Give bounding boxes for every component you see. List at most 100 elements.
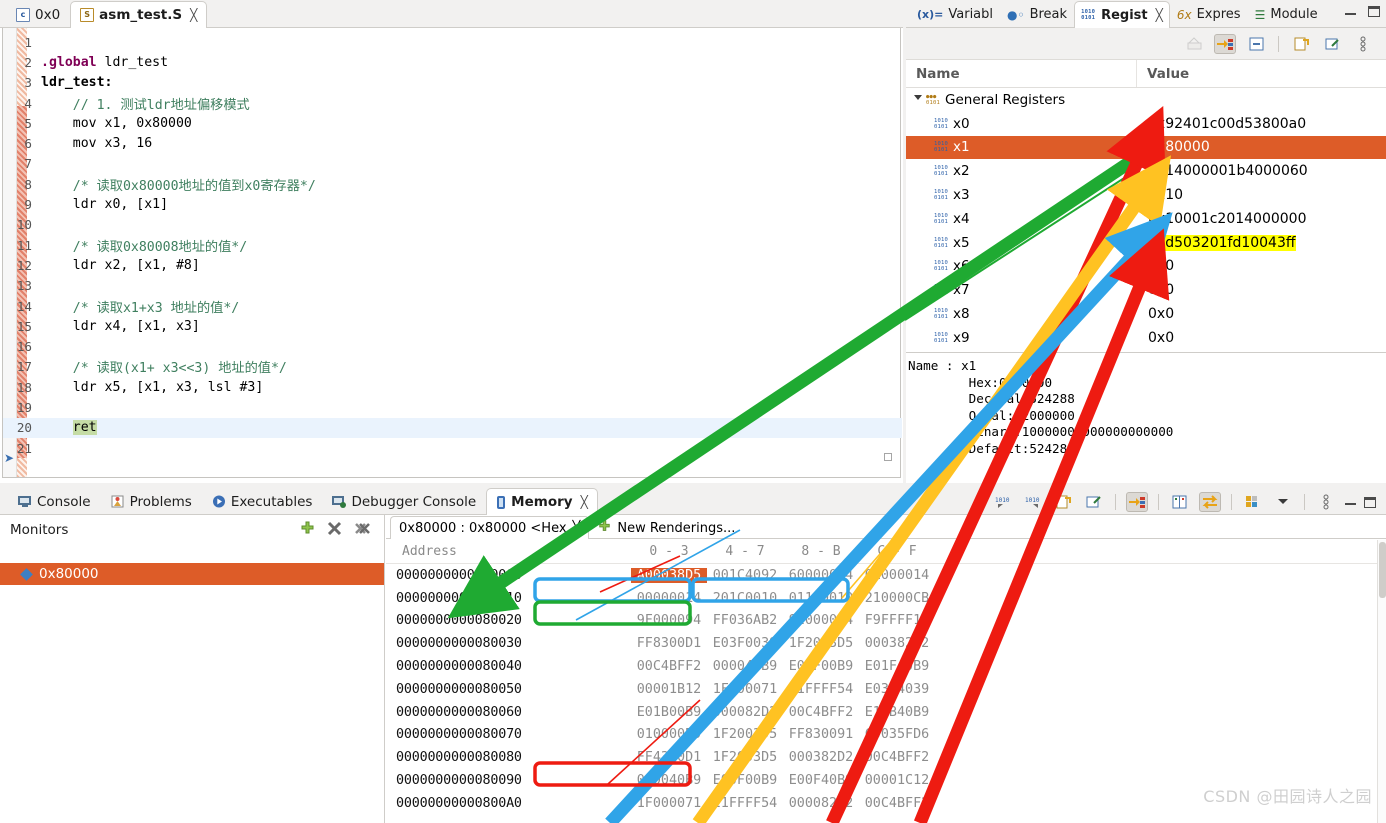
tab-registers[interactable]: 1010 0101 Regist ╳ (1074, 1, 1170, 28)
edit-register-group-icon[interactable] (1321, 34, 1343, 54)
memory-cell[interactable]: E03F4039 (859, 682, 935, 697)
memory-cell[interactable]: 21FFFF54 (707, 796, 783, 811)
register-row-x7[interactable]: 1010 0101 x7 0x0 (906, 278, 1386, 302)
memory-row[interactable]: 0000000000080080 FF4300D1 1F2003D5 000382D2… (386, 746, 1386, 769)
register-value-x7[interactable]: 0x0 (1136, 282, 1386, 298)
new-register-group-icon[interactable] (1290, 34, 1312, 54)
register-value-x4[interactable]: 0x10001c2014000000 (1136, 211, 1386, 227)
memory-cell[interactable]: 21FFFF54 (783, 682, 859, 697)
memory-cell[interactable]: 00C4BFF2 (783, 705, 859, 720)
close-icon[interactable]: ╳ (190, 8, 197, 22)
register-row-x9[interactable]: 1010 0101 x9 0x0 (906, 326, 1386, 350)
memory-cell[interactable]: 00C4BFF2 (859, 750, 935, 765)
link-memory-rendering-icon[interactable] (1126, 492, 1148, 512)
register-row-x3[interactable]: 1010 0101 x3 0x10 (906, 183, 1386, 207)
memory-cell[interactable]: FF036AB2 (707, 613, 783, 628)
memory-row[interactable]: 0000000000080060 E01B00B9 000082D2 00C4BFF2… (386, 701, 1386, 724)
editor-tab-asm-test[interactable]: S asm_test.S ╳ (70, 1, 208, 28)
new-renderings-tab[interactable]: New Renderings... (589, 516, 744, 539)
minimize-icon[interactable] (1345, 497, 1356, 507)
memory-row[interactable]: 0000000000080020 9F000094 FF036AB2 92000004… (386, 610, 1386, 633)
memory-cell[interactable]: 00000014 (631, 591, 707, 606)
remove-monitor-icon[interactable] (327, 521, 342, 540)
add-monitor-icon[interactable] (300, 521, 315, 540)
memory-cell[interactable]: 01000014 (859, 568, 935, 583)
tab-modules[interactable]: ☰ Module (1248, 1, 1325, 27)
memory-cell[interactable]: FF830091 (783, 727, 859, 742)
split-panes-icon[interactable] (1169, 492, 1191, 512)
memory-view-options-icon[interactable] (1242, 492, 1264, 512)
cut-icon[interactable] (1183, 34, 1205, 54)
tab-debugger-console[interactable]: Debugger Console (322, 488, 486, 514)
tab-console[interactable]: Console (8, 488, 101, 514)
memory-cell[interactable]: A00038D5 (631, 567, 707, 583)
scrollbar-thumb[interactable] (1379, 542, 1386, 598)
memory-row[interactable]: 0000000000080070 010000B9 1F2003D5 FF830091… (386, 724, 1386, 747)
memory-cell[interactable]: 1F2003D5 (707, 727, 783, 742)
remove-all-monitors-icon[interactable] (354, 521, 370, 540)
chevron-down-icon[interactable] (1272, 492, 1294, 512)
memory-cell[interactable]: 210000CB (859, 591, 935, 606)
register-value-x5[interactable]: 0xd503201fd10043ff (1136, 234, 1386, 251)
memory-row[interactable]: 0000000000080010 00000014 201C0010 011C0010… (386, 587, 1386, 610)
memory-cell[interactable]: 00C4BFF2 (631, 659, 707, 674)
register-value-x0[interactable]: 0x92401c00d53800a0 (1136, 116, 1386, 132)
memory-scrollbar[interactable] (1377, 540, 1386, 823)
memory-cell[interactable]: E03F0039 (707, 636, 783, 651)
toggle-split-icon[interactable] (1199, 492, 1221, 512)
rendering-tab-hex[interactable]: 0x80000 : 0x80000 <Hex ╳ (390, 516, 590, 539)
tab-variables[interactable]: (x)= Variabl (910, 1, 1000, 27)
close-icon[interactable]: ╳ (581, 495, 588, 509)
memory-cell[interactable]: 600000B4 (783, 568, 859, 583)
memory-cell[interactable]: 000040B9 (631, 773, 707, 788)
memory-cell[interactable]: E01F40B9 (859, 659, 935, 674)
memory-row[interactable]: 0000000000080000 A00038D5 001C4092 600000B4… (386, 564, 1386, 587)
close-icon[interactable]: ╳ (573, 521, 581, 536)
tab-memory[interactable]: Memory ╳ (486, 488, 598, 515)
register-value-x8[interactable]: 0x0 (1136, 306, 1386, 322)
memory-cell[interactable]: 000082D2 (707, 705, 783, 720)
view-menu-icon[interactable] (1352, 34, 1374, 54)
register-row-x4[interactable]: 1010 0101 x4 0x10001c2014000000 (906, 207, 1386, 231)
register-row-x2[interactable]: 1010 0101 x2 0x14000001b4000060 (906, 159, 1386, 183)
memory-cell[interactable]: 000082D2 (783, 796, 859, 811)
memory-cell[interactable]: 000382D2 (859, 636, 935, 651)
memory-cell[interactable]: E11B40B9 (859, 705, 935, 720)
new-memory-tab-icon[interactable] (1053, 492, 1075, 512)
monitor-item-0x80000[interactable]: 0x80000 (0, 563, 384, 585)
editor-tab-0x0[interactable]: c 0x0 (6, 1, 70, 27)
register-row-x5[interactable]: 1010 0101 x5 0xd503201fd10043ff (906, 231, 1386, 255)
memory-cell[interactable]: 000382D2 (783, 750, 859, 765)
register-value-x2[interactable]: 0x14000001b4000060 (1136, 163, 1386, 179)
memory-cell[interactable]: 00C4BFF2 (859, 796, 935, 811)
memory-cell[interactable]: 1F000071 (631, 796, 707, 811)
memory-row[interactable]: 0000000000080050 00001B12 1F000071 21FFFF54… (386, 678, 1386, 701)
memory-row[interactable]: 0000000000080030 FF8300D1 E03F0039 1F2003D5… (386, 632, 1386, 655)
memory-cell[interactable]: E00F00B9 (707, 773, 783, 788)
memory-cell[interactable]: 1F2003D5 (707, 750, 783, 765)
register-value-x9[interactable]: 0x0 (1136, 330, 1386, 346)
register-row-x1[interactable]: 1010 0101 x1 0x80000 (906, 135, 1386, 160)
memory-cell[interactable]: 201C0010 (707, 591, 783, 606)
register-group-row[interactable]: ●●● 0101 General Registers (906, 88, 1386, 112)
memory-cell[interactable]: 011C0010 (783, 591, 859, 606)
memory-cell[interactable]: 1F2003D5 (783, 636, 859, 651)
maximize-icon[interactable] (1364, 496, 1376, 508)
minimize-icon[interactable] (1345, 7, 1356, 17)
memory-cell[interactable]: 000040B9 (707, 659, 783, 674)
memory-cell[interactable]: 010000B9 (631, 727, 707, 742)
register-row-x0[interactable]: 1010 0101 x0 0x92401c00d53800a0 (906, 112, 1386, 136)
memory-cell[interactable]: F9FFFF17 (859, 613, 935, 628)
memory-cell[interactable]: E01B00B9 (631, 705, 707, 720)
memory-cell[interactable]: 00001C12 (859, 773, 935, 788)
memory-cell[interactable]: FF8300D1 (631, 636, 707, 651)
memory-cell[interactable]: FF4300D1 (631, 750, 707, 765)
memory-cell[interactable]: C0035FD6 (859, 727, 935, 742)
memory-cell[interactable]: E00F40B9 (783, 773, 859, 788)
register-value-x1[interactable]: 0x80000 (1136, 139, 1386, 155)
chevron-down-icon[interactable] (914, 95, 922, 104)
memory-row[interactable]: 0000000000080040 00C4BFF2 000040B9 E01F00B9… (386, 655, 1386, 678)
memory-cell[interactable]: 001C4092 (707, 568, 783, 583)
memory-cell[interactable]: 1F000071 (707, 682, 783, 697)
memory-cell[interactable]: 92000004 (783, 613, 859, 628)
